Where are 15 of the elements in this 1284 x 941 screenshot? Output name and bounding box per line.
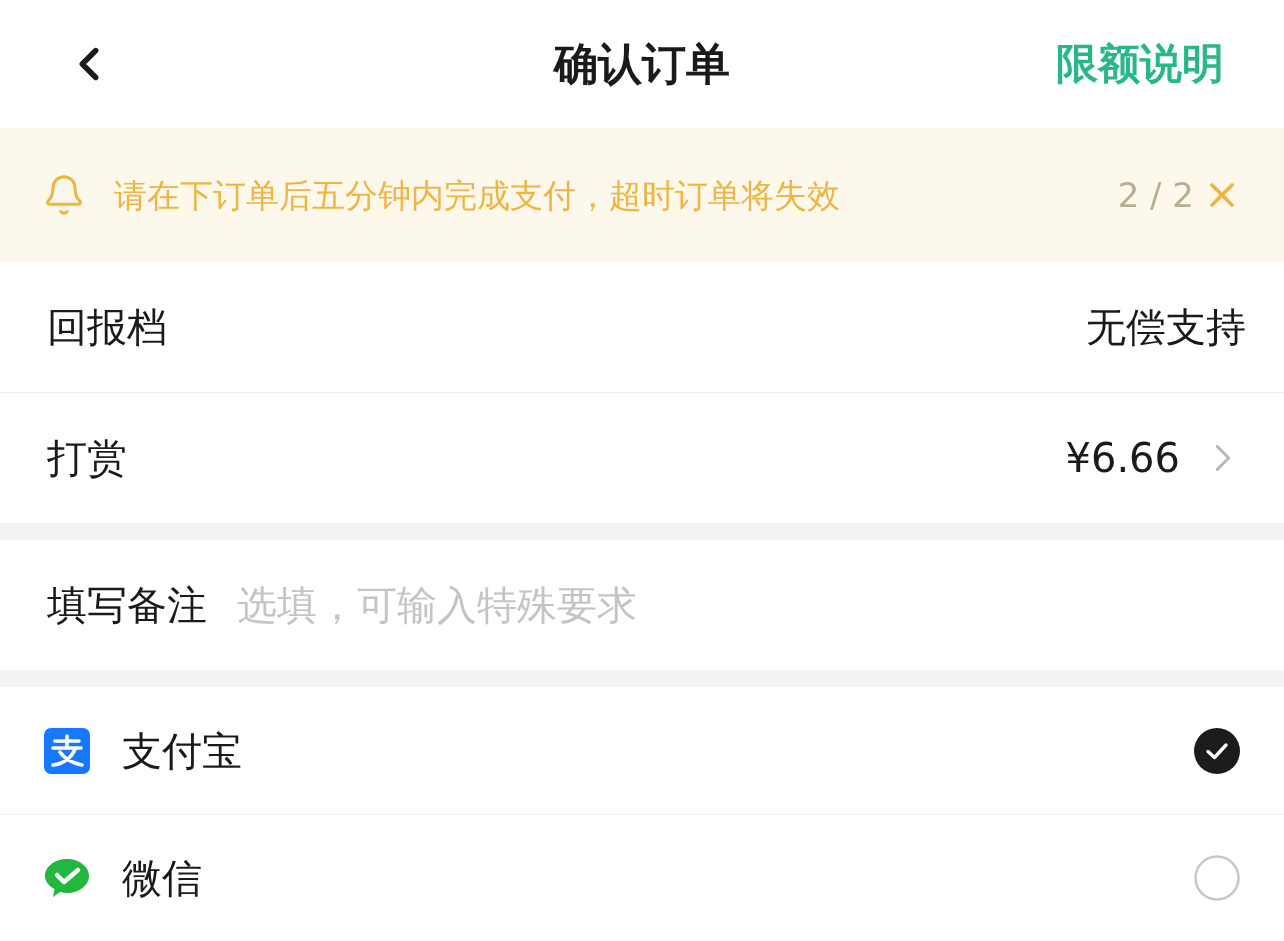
- row-value[interactable]: ¥6.66: [1065, 438, 1180, 478]
- remark-field[interactable]: 选填，可输入特殊要求: [237, 575, 1246, 635]
- chat-bubble-check-icon: [44, 857, 90, 899]
- logo-tile-icon: [44, 727, 90, 774]
- page-title: 确认订单: [554, 42, 730, 86]
- remark-label: 填写备注: [47, 585, 207, 625]
- payment-method-name[interactable]: 微信: [122, 858, 202, 898]
- empty-circle-icon[interactable]: [1194, 855, 1240, 901]
- row-label: 打赏: [47, 438, 127, 478]
- row-value: 无偿支持: [1086, 307, 1246, 347]
- check-circle-icon[interactable]: [1194, 727, 1240, 774]
- notice-counter: 2 / 2: [1117, 178, 1194, 212]
- row-label: 回报档: [47, 307, 167, 347]
- notice-text: 请在下订单后五分钟内完成支付，超时订单将失效: [114, 178, 840, 212]
- payment-method-name[interactable]: 支付宝: [122, 730, 242, 771]
